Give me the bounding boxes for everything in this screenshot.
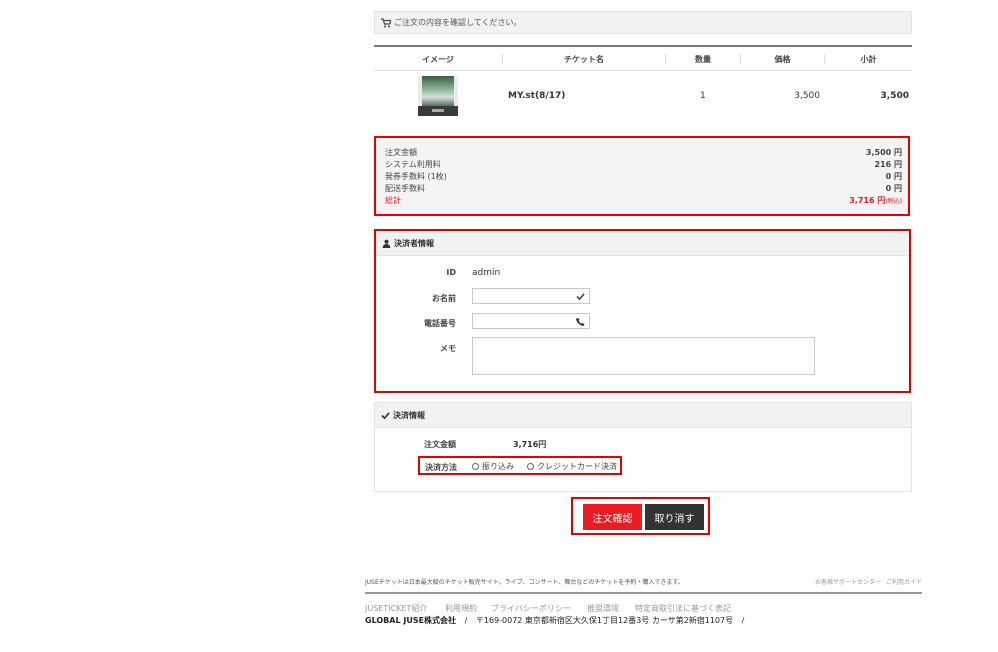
- phone-icon: [576, 317, 585, 326]
- ticket-name: MY.st(8/17): [508, 91, 566, 101]
- summary-value: 3,500 円: [865, 147, 902, 157]
- summary-label: 発券手数料 (1枚): [385, 171, 447, 181]
- footer-link-terms[interactable]: 利用規約: [445, 603, 477, 614]
- table-header-border: [374, 70, 912, 71]
- summary-delivery-fee: 配送手数料 0 円: [385, 182, 902, 194]
- check-icon: [381, 411, 390, 419]
- summary-label: 配送手数料: [385, 183, 425, 193]
- payment-method-group: 決済方法 振り込み クレジットカード決済: [418, 456, 622, 475]
- memo-label: メモ: [440, 344, 456, 353]
- payment-amount-label: 注文金額: [424, 440, 456, 449]
- payer-info-header: 決済者情報: [376, 231, 909, 256]
- header-price: 価格: [774, 54, 791, 64]
- name-label: お名前: [432, 294, 456, 303]
- footer-separator: /: [741, 616, 745, 625]
- memo-textarea[interactable]: [472, 337, 815, 375]
- order-confirm-notice: ご注文の内容を確認してください。: [374, 11, 912, 34]
- id-value: admin: [472, 268, 501, 278]
- bank-transfer-label[interactable]: 振り込み: [482, 461, 514, 472]
- notice-text: ご注文の内容を確認してください。: [394, 18, 522, 27]
- user-icon: [382, 239, 391, 248]
- cancel-button[interactable]: 取り消す: [645, 504, 704, 530]
- summary-value: 216 円: [874, 159, 902, 169]
- payer-info-panel: 決済者情報 ID admin お名前 電話番号 メモ: [374, 229, 911, 393]
- header-ticket-name: チケット名: [564, 54, 604, 64]
- summary-label: 注文金額: [385, 147, 417, 157]
- phone-input[interactable]: [472, 313, 590, 329]
- action-buttons: 注文確認 取り消す: [571, 497, 710, 535]
- footer-divider: [365, 592, 922, 594]
- confirm-order-button[interactable]: 注文確認: [583, 504, 642, 530]
- summary-value: 0 円: [885, 171, 902, 181]
- ticket-quantity: 1: [700, 91, 706, 101]
- id-label: ID: [446, 268, 456, 277]
- header-quantity: 数量: [695, 54, 711, 64]
- summary-label: システム利用料: [385, 159, 441, 169]
- payment-info-header: 決済情報: [375, 403, 911, 428]
- bank-transfer-radio[interactable]: [472, 463, 479, 470]
- tax-note: (税込): [885, 197, 902, 205]
- footer-link-commerce-law[interactable]: 特定商取引法に基づく表記: [635, 603, 731, 614]
- payment-method-label: 決済方法: [425, 463, 457, 472]
- name-input[interactable]: [472, 288, 590, 304]
- ticket-subtotal: 3,500: [880, 91, 909, 101]
- summary-issue-fee: 発券手数料 (1枚) 0 円: [385, 170, 902, 182]
- check-icon: [576, 293, 585, 301]
- header-image: イメージ: [422, 54, 454, 64]
- credit-card-label[interactable]: クレジットカード決済: [537, 461, 617, 472]
- summary-system-fee: システム利用料 216 円: [385, 158, 902, 170]
- footer-separator: /: [464, 616, 468, 625]
- phone-label: 電話番号: [424, 319, 456, 328]
- user-guide-link[interactable]: ご利用ガイド: [886, 577, 922, 586]
- footer-link-about[interactable]: JUSETICKET紹介: [365, 603, 427, 614]
- credit-card-radio[interactable]: [527, 463, 534, 470]
- summary-total: 総計 3,716 円(税込): [385, 194, 902, 206]
- payer-info-title: 決済者情報: [394, 238, 434, 248]
- ticket-thumbnail: [418, 76, 458, 116]
- summary-total-label: 総計: [385, 195, 401, 205]
- footer-company-info: GLOBAL JUSE株式会社 / 〒169-0072 東京都新宿区大久保1丁目…: [365, 615, 744, 626]
- table-top-border: [374, 45, 912, 47]
- footer-link-privacy[interactable]: プライバシーポリシー: [491, 603, 571, 614]
- summary-order-amount: 注文金額 3,500 円: [385, 146, 902, 158]
- ticket-price: 3,500: [794, 91, 820, 101]
- summary-value: 0 円: [885, 183, 902, 193]
- footer-link-environment[interactable]: 推奨環境: [587, 603, 619, 614]
- company-name: GLOBAL JUSE株式会社: [365, 616, 457, 625]
- support-center-link[interactable]: お客様サポートセンター: [815, 577, 881, 586]
- company-address: 〒169-0072 東京都新宿区大久保1丁目12番3号 カーサ第2新宿1107号: [475, 616, 734, 625]
- order-summary: 注文金額 3,500 円 システム利用料 216 円 発券手数料 (1枚) 0 …: [374, 136, 910, 216]
- payment-amount-value: 3,716円: [513, 440, 547, 449]
- header-subtotal: 小計: [860, 54, 877, 64]
- cart-icon: [381, 17, 391, 27]
- footer-description: JUSEチケットは日本最大級のチケット販売サイト。ライブ、コンサート、舞台などの…: [365, 579, 684, 586]
- summary-total-value: 3,716 円: [849, 195, 886, 205]
- payment-info-title: 決済情報: [393, 410, 425, 420]
